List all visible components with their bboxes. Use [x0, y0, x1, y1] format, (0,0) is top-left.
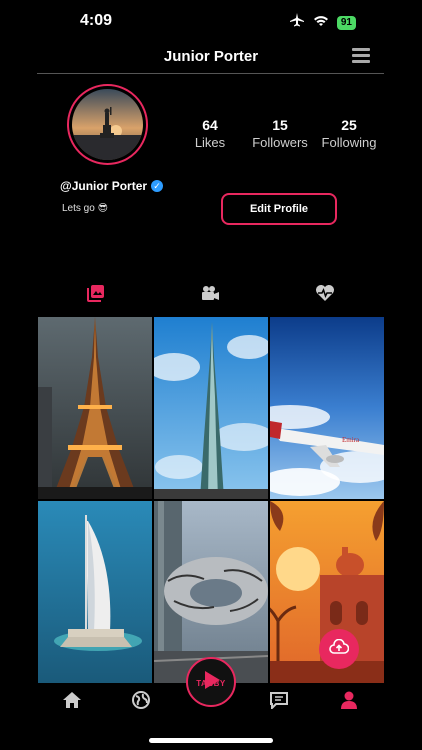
profile-icon	[339, 690, 359, 715]
grid-item-burj-al-arab[interactable]	[38, 501, 152, 683]
avatar[interactable]	[67, 84, 148, 165]
cloud-upload-icon	[329, 638, 350, 660]
svg-text:Emira: Emira	[342, 436, 360, 444]
home-indicator	[149, 738, 273, 743]
nav-home[interactable]	[61, 691, 83, 713]
center-logo-button[interactable]: TABBY	[186, 657, 236, 707]
globe-icon	[131, 690, 151, 715]
home-icon	[62, 691, 82, 714]
nav-explore[interactable]	[130, 690, 152, 715]
profile-bio: Lets go 😎	[62, 203, 109, 214]
content-tabs	[0, 283, 422, 309]
tab-photos[interactable]	[84, 283, 108, 308]
grid-item-burj-khalifa[interactable]	[154, 317, 268, 499]
profile-handle: @Junior Porter ✓	[60, 179, 164, 193]
followers-label: Followers	[252, 135, 308, 150]
tab-videos[interactable]	[198, 285, 222, 305]
header: Junior Porter	[0, 44, 422, 74]
grid-item-eiffel-tower[interactable]	[38, 317, 152, 499]
liked-icon	[315, 284, 335, 307]
chat-icon	[269, 691, 289, 714]
menu-icon[interactable]	[352, 48, 370, 64]
stat-followers[interactable]: 15 Followers	[240, 117, 320, 150]
airplane-icon	[289, 13, 305, 32]
battery-indicator: 91	[336, 15, 356, 30]
stat-following[interactable]: 25 Following	[309, 117, 389, 150]
grid-item-museum-of-the-future[interactable]	[154, 501, 268, 683]
wifi-icon	[313, 14, 329, 32]
status-bar: 4:09 91	[0, 0, 422, 44]
nav-messages[interactable]	[268, 691, 290, 713]
logo-text: TABBY	[196, 679, 226, 688]
upload-button[interactable]	[319, 629, 359, 669]
followers-count: 15	[272, 117, 288, 133]
nav-profile[interactable]	[338, 691, 360, 713]
following-count: 25	[341, 117, 357, 133]
handle-text: @Junior Porter	[60, 179, 148, 193]
verified-badge-icon: ✓	[151, 180, 164, 192]
stat-likes[interactable]: 64 Likes	[170, 117, 250, 150]
likes-label: Likes	[194, 135, 226, 150]
avatar-image	[72, 89, 143, 160]
status-time: 4:09	[80, 12, 113, 29]
videos-icon	[200, 285, 220, 306]
following-label: Following	[321, 135, 377, 150]
likes-count: 64	[202, 117, 218, 133]
status-icons: 91	[289, 13, 356, 32]
header-divider	[37, 73, 384, 74]
tab-liked[interactable]	[313, 284, 337, 307]
photos-icon	[86, 283, 106, 308]
grid-item-airplane-above-clouds[interactable]: Emira	[270, 317, 384, 499]
edit-profile-button[interactable]: Edit Profile	[221, 193, 337, 225]
